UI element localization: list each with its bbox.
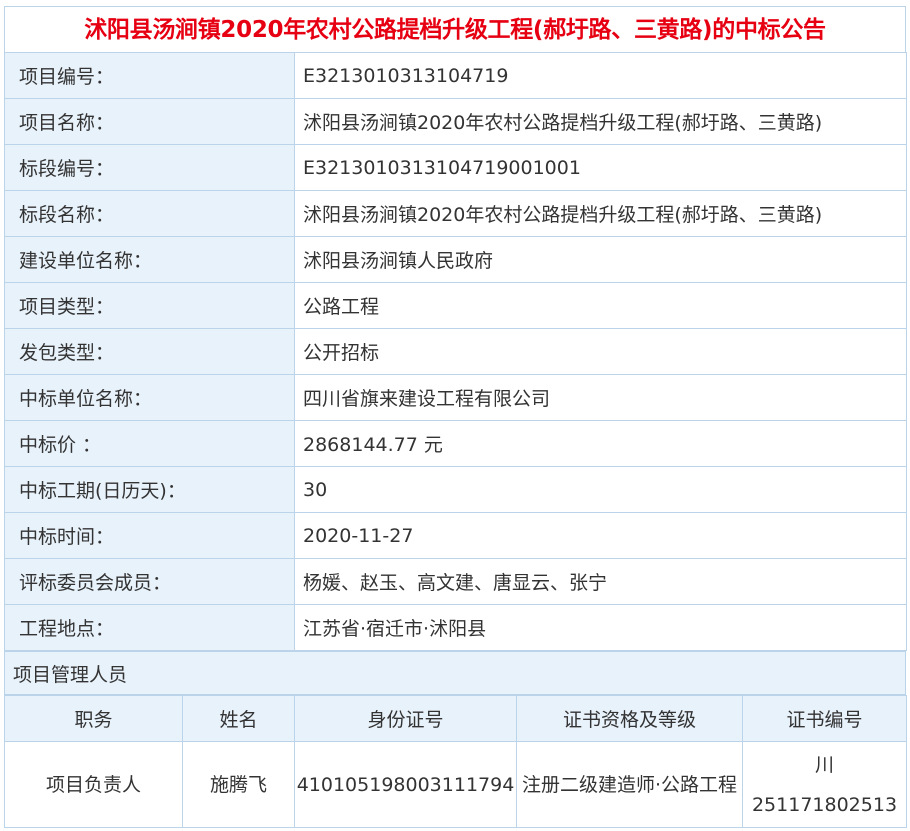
info-label: 标段名称： [4,190,295,237]
info-row: 项目类型： 公路工程 [4,282,907,329]
staff-header-cell: 证书资格及等级 [516,695,743,742]
info-row: 评标委员会成员： 杨媛、赵玉、高文建、唐显云、张宁 [4,558,907,605]
staff-cell: 410105198003111794 [294,741,517,828]
award-notice: 沭阳县汤涧镇2020年农村公路提档升级工程(郝圩路、三黄路)的中标公告 项目编号… [4,6,907,828]
info-row: 中标时间： 2020-11-27 [4,512,907,559]
info-label: 项目类型： [4,282,295,329]
info-row: 中标工期(日历天)： 30 [4,466,907,513]
staff-cell: 川251171802513 [742,741,907,828]
info-row: 标段编号： E3213010313104719001001 [4,144,907,191]
info-value: 沭阳县汤涧镇人民政府 [294,236,907,283]
staff-header-cell: 身份证号 [294,695,517,742]
staff-table: 职务 姓名 身份证号 证书资格及等级 证书编号 项目负责人 施腾飞 410105198003… [4,695,907,828]
staff-section-title: 项目管理人员 [4,651,906,695]
staff-cell: 注册二级建造师·公路工程 [516,741,743,828]
info-value: 江苏省·宿迁市·沭阳县 [294,604,907,651]
info-label: 项目名称： [4,98,295,145]
info-label: 中标工期(日历天)： [4,466,295,513]
staff-header-row: 职务 姓名 身份证号 证书资格及等级 证书编号 [4,695,907,742]
info-table: 项目编号： E3213010313104719 项目名称： 沭阳县汤涧镇2020年农村… [4,52,907,651]
info-label: 标段编号： [4,144,295,191]
info-value: 杨媛、赵玉、高文建、唐显云、张宁 [294,558,907,605]
info-label: 发包类型： [4,328,295,375]
staff-header-cell: 证书编号 [742,695,907,742]
info-value: 2020-11-27 [294,512,907,559]
notice-title: 沭阳县汤涧镇2020年农村公路提档升级工程(郝圩路、三黄路)的中标公告 [4,6,906,52]
info-value: 2868144.77 元 [294,420,907,467]
info-row: 项目编号： E3213010313104719 [4,52,907,99]
info-value: 四川省旗来建设工程有限公司 [294,374,907,421]
info-row: 项目名称： 沭阳县汤涧镇2020年农村公路提档升级工程(郝圩路、三黄路) [4,98,907,145]
info-value: 公路工程 [294,282,907,329]
staff-cell: 项目负责人 [4,741,183,828]
info-row: 中标单位名称： 四川省旗来建设工程有限公司 [4,374,907,421]
staff-header-cell: 职务 [4,695,183,742]
info-label: 项目编号： [4,52,295,99]
info-value: 公开招标 [294,328,907,375]
info-row: 中标价 ： 2868144.77 元 [4,420,907,467]
info-row: 发包类型： 公开招标 [4,328,907,375]
info-value: E3213010313104719001001 [294,144,907,191]
staff-row: 项目负责人 施腾飞 410105198003111794 注册二级建造师·公路工程 川2… [4,741,907,828]
info-value: 30 [294,466,907,513]
staff-header-cell: 姓名 [182,695,295,742]
info-row: 建设单位名称： 沭阳县汤涧镇人民政府 [4,236,907,283]
info-label: 中标时间： [4,512,295,559]
staff-cell: 施腾飞 [182,741,295,828]
info-value: 沭阳县汤涧镇2020年农村公路提档升级工程(郝圩路、三黄路) [294,98,907,145]
info-value: 沭阳县汤涧镇2020年农村公路提档升级工程(郝圩路、三黄路) [294,190,907,237]
info-label: 工程地点： [4,604,295,651]
info-value: E3213010313104719 [294,52,907,99]
info-label: 建设单位名称： [4,236,295,283]
info-label: 评标委员会成员： [4,558,295,605]
staff-section-table: 项目管理人员 [4,651,906,695]
info-label: 中标单位名称： [4,374,295,421]
info-row: 工程地点： 江苏省·宿迁市·沭阳县 [4,604,907,651]
info-row: 标段名称： 沭阳县汤涧镇2020年农村公路提档升级工程(郝圩路、三黄路) [4,190,907,237]
info-label: 中标价 ： [4,420,295,467]
staff-section-row: 项目管理人员 [4,651,906,695]
